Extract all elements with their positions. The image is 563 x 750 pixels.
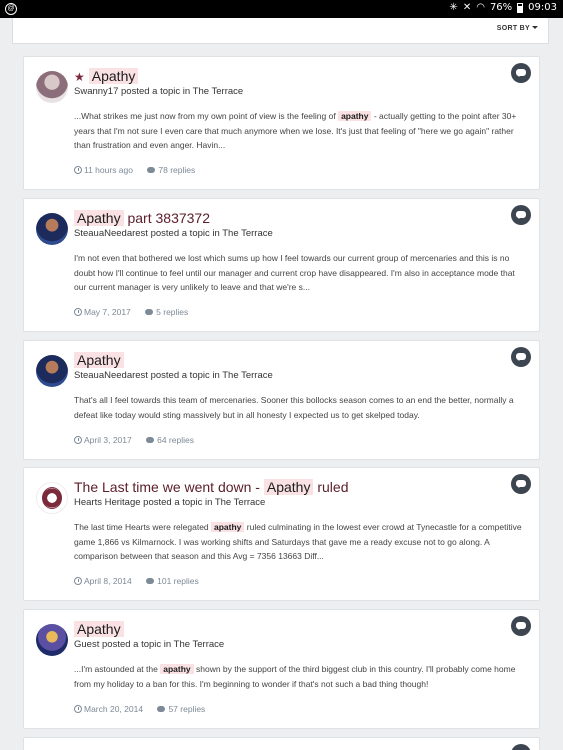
wifi-icon: ◠ bbox=[476, 2, 485, 13]
reply-count: 64 replies bbox=[146, 435, 194, 445]
topic-date[interactable]: May 7, 2017 bbox=[74, 307, 131, 317]
topic-type-icon bbox=[511, 63, 531, 83]
search-result-card bbox=[23, 737, 540, 750]
search-result-card: Apathy Guest posted a topic in The Terra… bbox=[23, 609, 540, 729]
topic-stats: March 20, 2014 57 replies bbox=[74, 704, 217, 714]
mute-icon: ✕ bbox=[462, 2, 472, 13]
topic-snippet: ...What strikes me just now from my own … bbox=[74, 111, 517, 150]
author-link[interactable]: Hearts Heritage bbox=[74, 497, 141, 508]
topic-meta: SteauaNeedarest posted a topic in The Te… bbox=[74, 370, 273, 381]
topic-date[interactable]: April 8, 2014 bbox=[74, 576, 132, 586]
club-crest-icon bbox=[42, 487, 62, 509]
topic-meta: Hearts Heritage posted a topic in The Te… bbox=[74, 497, 266, 508]
reply-count: 57 replies bbox=[157, 704, 205, 714]
forum-link[interactable]: The Terrace bbox=[222, 228, 273, 239]
forum-link[interactable]: The Terrace bbox=[215, 497, 266, 508]
topic-snippet: That's all I feel towards this team of m… bbox=[74, 395, 514, 420]
star-icon: ★ bbox=[74, 70, 85, 84]
search-result-card: Apathy part 3837372 SteauaNeedarest post… bbox=[23, 198, 540, 332]
comment-icon bbox=[146, 578, 155, 584]
forum-link[interactable]: The Terrace bbox=[222, 370, 273, 381]
topic-snippet: The last time Hearts were relegated apat… bbox=[74, 522, 522, 561]
sort-by-button[interactable]: SORT BY bbox=[497, 25, 538, 32]
status-icons: ✳ ✕ ◠ 76% 09:03 bbox=[449, 2, 557, 13]
clock-icon bbox=[74, 436, 82, 444]
comment-icon bbox=[145, 309, 154, 315]
avatar[interactable] bbox=[36, 213, 68, 245]
clock-icon bbox=[74, 577, 82, 585]
comment-icon bbox=[147, 167, 156, 173]
author-link[interactable]: SteauaNeedarest bbox=[74, 228, 148, 239]
topic-date[interactable]: March 20, 2014 bbox=[74, 704, 143, 714]
topic-type-icon bbox=[511, 205, 531, 225]
topic-title[interactable]: Apathy bbox=[74, 621, 124, 637]
forum-link[interactable]: The Terrace bbox=[174, 639, 225, 650]
sort-by-label: SORT BY bbox=[496, 25, 530, 32]
comment-icon bbox=[146, 437, 155, 443]
topic-stats: April 3, 2017 64 replies bbox=[74, 435, 206, 445]
bluetooth-icon: ✳ bbox=[449, 2, 458, 13]
author-link[interactable]: Guest bbox=[74, 639, 99, 650]
topic-meta: Swanny17 posted a topic in The Terrace bbox=[74, 86, 244, 97]
topic-title[interactable]: Apathy part 3837372 bbox=[74, 210, 210, 226]
avatar[interactable] bbox=[36, 71, 68, 103]
reply-count: 78 replies bbox=[147, 165, 195, 175]
topic-meta: Guest posted a topic in The Terrace bbox=[74, 639, 225, 650]
topic-stats: May 7, 2017 5 replies bbox=[74, 307, 200, 317]
search-result-card: The Last time we went down - Apathy rule… bbox=[23, 467, 540, 601]
avatar[interactable] bbox=[36, 482, 68, 514]
topic-meta: SteauaNeedarest posted a topic in The Te… bbox=[74, 228, 273, 239]
topic-title[interactable]: The Last time we went down - Apathy rule… bbox=[74, 479, 349, 495]
clock-icon bbox=[74, 166, 82, 174]
reply-count: 101 replies bbox=[146, 576, 199, 586]
clock-icon bbox=[74, 705, 82, 713]
topic-type-icon bbox=[511, 347, 531, 367]
app-notification-icon: @ bbox=[5, 3, 17, 15]
search-result-card: ★ Apathy Swanny17 posted a topic in The T… bbox=[23, 56, 540, 190]
status-bar: @ ✳ ✕ ◠ 76% 09:03 bbox=[0, 0, 563, 18]
topic-type-icon bbox=[511, 616, 531, 636]
topic-date[interactable]: 11 hours ago bbox=[74, 165, 133, 175]
avatar[interactable] bbox=[36, 355, 68, 387]
topic-type-icon bbox=[511, 744, 531, 750]
battery-icon bbox=[517, 2, 524, 13]
topic-title[interactable]: Apathy bbox=[74, 352, 124, 368]
results-toolbar: SORT BY bbox=[12, 18, 549, 44]
clock-icon bbox=[74, 308, 82, 316]
topic-stats: 11 hours ago 78 replies bbox=[74, 165, 207, 175]
author-link[interactable]: Swanny17 bbox=[74, 86, 118, 97]
forum-link[interactable]: The Terrace bbox=[193, 86, 244, 97]
topic-snippet: I'm not even that bothered we lost which… bbox=[74, 253, 515, 292]
topic-stats: April 8, 2014 101 replies bbox=[74, 576, 211, 586]
topic-type-icon bbox=[511, 474, 531, 494]
author-link[interactable]: SteauaNeedarest bbox=[74, 370, 148, 381]
avatar[interactable] bbox=[36, 624, 68, 656]
clock-time: 09:03 bbox=[528, 2, 557, 13]
caret-down-icon bbox=[532, 26, 538, 29]
topic-date[interactable]: April 3, 2017 bbox=[74, 435, 132, 445]
comment-icon bbox=[157, 706, 166, 712]
search-result-card: Apathy SteauaNeedarest posted a topic in… bbox=[23, 340, 540, 460]
battery-percent: 76% bbox=[489, 2, 513, 13]
reply-count: 5 replies bbox=[145, 307, 188, 317]
topic-snippet: ...I'm astounded at the apathy shown by … bbox=[74, 664, 516, 689]
topic-title[interactable]: ★ Apathy bbox=[74, 68, 139, 84]
